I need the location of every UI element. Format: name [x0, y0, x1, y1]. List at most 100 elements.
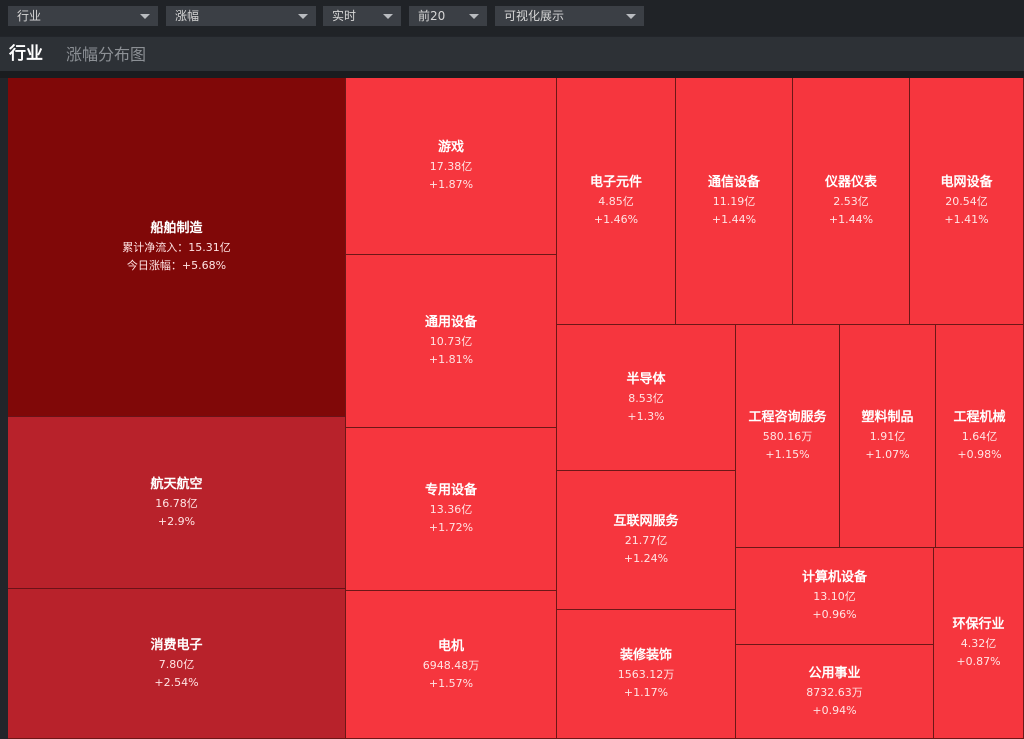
cell-net-inflow: 20.54亿: [945, 195, 988, 208]
page-title: 行业: [9, 44, 43, 64]
cell-net-inflow: 17.38亿: [429, 160, 473, 173]
treemap-cell[interactable]: 游戏 17.38亿 +1.87%: [346, 78, 557, 255]
cell-change-percent: +1.07%: [865, 448, 910, 461]
treemap-cell[interactable]: 环保行业 4.32亿 +0.87%: [934, 548, 1024, 739]
period-dropdown-label: 实时: [332, 9, 357, 23]
cell-change-percent: +1.81%: [428, 353, 474, 366]
metric-dropdown-label: 涨幅: [175, 9, 200, 23]
industry-treemap: 船舶制造累计净流入：15.31亿 今日涨幅：+5.68% 航天航空 16.78亿 +2.…: [8, 78, 1024, 739]
cell-industry-name: 仪器仪表: [824, 175, 877, 190]
cell-change-percent: 今日涨幅：+5.68%: [126, 259, 227, 272]
chevron-down-icon: [383, 14, 393, 19]
metric-dropdown[interactable]: 涨幅: [166, 6, 316, 26]
cell-net-inflow: 4.85亿: [598, 195, 634, 208]
cell-net-inflow: 11.19亿: [712, 195, 756, 208]
treemap-cell[interactable]: 通信设备 11.19亿 +1.44%: [676, 78, 793, 325]
cell-industry-name: 半导体: [626, 371, 666, 387]
cell-net-inflow: 13.36亿: [429, 503, 473, 516]
cell-net-inflow: 4.32亿: [960, 637, 997, 650]
cell-net-inflow: 10.73亿: [429, 335, 473, 348]
cell-change-percent: +1.44%: [828, 213, 874, 226]
cell-change-percent: +1.41%: [944, 213, 989, 226]
cell-net-inflow: 7.80亿: [158, 657, 195, 671]
cell-industry-name: 船舶制造: [150, 221, 203, 236]
treemap-cell[interactable]: 航天航空 16.78亿 +2.9%: [8, 417, 346, 589]
cell-change-percent: +1.17%: [623, 686, 669, 699]
cell-net-inflow: 580.16万: [762, 430, 813, 443]
treemap-cell[interactable]: 电网设备 20.54亿 +1.41%: [910, 78, 1024, 325]
view-mode-dropdown[interactable]: 可视化展示: [495, 6, 644, 26]
cell-change-percent: +1.44%: [711, 213, 757, 226]
cell-change-percent: +0.94%: [812, 703, 857, 717]
cell-net-inflow: 13.10亿: [813, 590, 856, 603]
cell-industry-name: 环保行业: [952, 617, 1005, 632]
cell-industry-name: 航天航空: [150, 476, 203, 492]
cell-net-inflow: 16.78亿: [155, 496, 198, 510]
chevron-down-icon: [140, 14, 150, 19]
treemap-cell[interactable]: 公用事业 8732.63万 +0.94%: [736, 645, 934, 739]
cell-change-percent: +0.98%: [957, 448, 1002, 461]
cell-change-percent: +2.9%: [157, 514, 196, 528]
cell-change-percent: +1.72%: [428, 521, 474, 534]
cell-net-inflow: 1563.12万: [617, 668, 675, 681]
cell-industry-name: 通信设备: [707, 175, 760, 190]
treemap-cell[interactable]: 船舶制造累计净流入：15.31亿 今日涨幅：+5.68%: [8, 78, 346, 417]
cell-industry-name: 通用设备: [424, 315, 477, 330]
title-bar: 行业 涨幅分布图: [0, 37, 1024, 71]
treemap-cell[interactable]: 电子元件 4.85亿 +1.46%: [557, 78, 676, 325]
treemap-cell[interactable]: 消费电子 7.80亿 +2.54%: [8, 589, 346, 739]
treemap-cell[interactable]: 装修装饰 1563.12万 +1.17%: [557, 610, 736, 739]
toolbar: 行业 涨幅 实时 前20 可视化展示: [0, 0, 1024, 36]
category-dropdown[interactable]: 行业: [8, 6, 158, 26]
chevron-down-icon: [469, 14, 479, 19]
divider: [0, 71, 1024, 78]
cell-industry-name: 计算机设备: [801, 570, 867, 585]
cell-industry-name: 互联网服务: [613, 514, 679, 529]
chevron-down-icon: [626, 14, 636, 19]
cell-change-percent: +1.15%: [765, 448, 810, 461]
page-subtitle: 涨幅分布图: [66, 45, 147, 64]
cell-net-inflow: 8.53亿: [628, 391, 664, 405]
treemap-cell[interactable]: 电机 6948.48万 +1.57%: [346, 591, 557, 739]
cell-industry-name: 工程咨询服务: [748, 410, 827, 425]
treemap-cell[interactable]: 工程机械 1.64亿 +0.98%: [936, 325, 1024, 548]
cell-change-percent: +1.87%: [428, 178, 474, 191]
cell-industry-name: 装修装饰: [619, 648, 672, 663]
treemap-cell[interactable]: 通用设备 10.73亿 +1.81%: [346, 255, 557, 428]
cell-net-inflow: 6948.48万: [422, 658, 480, 672]
cell-change-percent: +1.3%: [627, 409, 665, 423]
cell-industry-name: 公用事业: [808, 665, 861, 681]
cell-net-inflow: 2.53亿: [833, 195, 869, 208]
cell-change-percent: +0.87%: [956, 655, 1001, 668]
treemap-cell[interactable]: 仪器仪表 2.53亿 +1.44%: [793, 78, 910, 325]
topn-dropdown-label: 前20: [418, 9, 446, 23]
period-dropdown[interactable]: 实时: [323, 6, 401, 26]
cell-change-percent: +0.96%: [812, 608, 857, 621]
view-mode-dropdown-label: 可视化展示: [504, 9, 565, 23]
treemap-cell[interactable]: 半导体 8.53亿 +1.3%: [557, 325, 736, 471]
cell-net-inflow: 累计净流入：15.31亿: [122, 241, 231, 254]
cell-change-percent: +1.46%: [593, 213, 639, 226]
cell-industry-name: 电子元件: [589, 175, 642, 190]
cell-industry-name: 游戏: [437, 140, 464, 155]
cell-industry-name: 消费电子: [150, 637, 203, 653]
cell-industry-name: 电网设备: [940, 175, 993, 190]
treemap-cell[interactable]: 专用设备 13.36亿 +1.72%: [346, 428, 557, 591]
cell-net-inflow: 21.77亿: [624, 534, 668, 547]
cell-industry-name: 电机: [437, 638, 464, 654]
chevron-down-icon: [298, 14, 308, 19]
cell-industry-name: 专用设备: [424, 483, 477, 498]
treemap-cell[interactable]: 互联网服务 21.77亿 +1.24%: [557, 471, 736, 610]
cell-change-percent: +1.57%: [428, 676, 474, 690]
cell-net-inflow: 1.91亿: [869, 430, 906, 443]
cell-net-inflow: 1.64亿: [961, 430, 998, 443]
cell-industry-name: 工程机械: [953, 410, 1006, 425]
topn-dropdown[interactable]: 前20: [409, 6, 487, 26]
treemap-cell[interactable]: 计算机设备 13.10亿 +0.96%: [736, 548, 934, 645]
treemap-cell[interactable]: 塑料制品 1.91亿 +1.07%: [840, 325, 936, 548]
treemap-cell[interactable]: 工程咨询服务 580.16万 +1.15%: [736, 325, 840, 548]
cell-change-percent: +2.54%: [154, 675, 199, 689]
category-dropdown-label: 行业: [17, 9, 42, 23]
cell-change-percent: +1.24%: [623, 552, 669, 565]
cell-net-inflow: 8732.63万: [806, 685, 863, 699]
